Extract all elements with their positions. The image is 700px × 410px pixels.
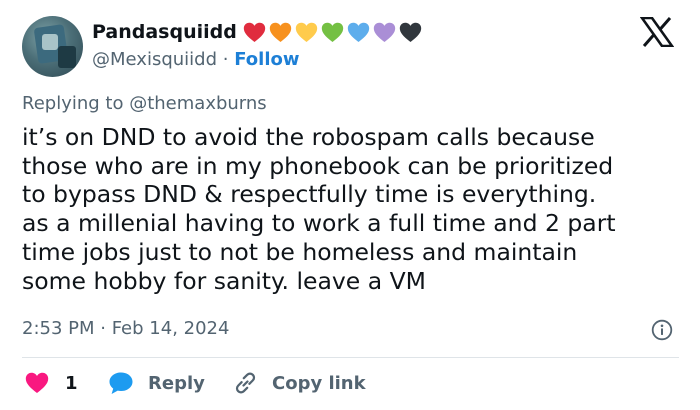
like-button[interactable]: 1 bbox=[25, 369, 78, 397]
separator-dot: · bbox=[222, 49, 229, 70]
like-count: 1 bbox=[65, 372, 78, 394]
handle-row: @Mexisquiidd · Follow bbox=[92, 49, 300, 70]
reply-label: Reply bbox=[148, 372, 205, 394]
info-icon[interactable] bbox=[651, 319, 673, 341]
follow-button[interactable]: Follow bbox=[234, 49, 299, 70]
avatar-shape bbox=[42, 34, 58, 50]
tweet-line: as a millenial having to work a full tim… bbox=[22, 209, 616, 238]
heart-emoji-icon bbox=[269, 22, 292, 43]
divider bbox=[22, 357, 679, 358]
user-handle[interactable]: @Mexisquiidd bbox=[92, 49, 217, 70]
x-logo-icon[interactable] bbox=[640, 17, 674, 47]
heart-emoji-icon bbox=[399, 22, 422, 43]
tweet-line: it’s on DND to avoid the robospam calls … bbox=[22, 123, 595, 151]
heart-emoji-row bbox=[243, 22, 422, 43]
display-name[interactable]: Pandasquiidd bbox=[92, 21, 237, 43]
heart-emoji-icon bbox=[295, 22, 318, 43]
tweet-line: to bypass DND & respectfully time is eve… bbox=[22, 180, 597, 209]
avatar[interactable] bbox=[22, 16, 83, 77]
replying-mention[interactable]: @themaxburns bbox=[129, 93, 266, 114]
copy-link-label: Copy link bbox=[272, 372, 366, 394]
reply-button[interactable]: Reply bbox=[108, 369, 205, 397]
heart-emoji-icon bbox=[321, 22, 344, 43]
copy-link-button[interactable]: Copy link bbox=[232, 369, 366, 397]
heart-icon bbox=[25, 372, 49, 393]
replying-prefix: Replying to bbox=[22, 93, 124, 114]
tweet-line: those who are in my phonebook can be pri… bbox=[22, 151, 614, 180]
link-icon bbox=[235, 372, 256, 394]
tweet-line: some hobby for sanity. leave a VM bbox=[22, 266, 426, 295]
timestamp[interactable]: 2:53 PM · Feb 14, 2024 bbox=[22, 318, 229, 339]
avatar-shape bbox=[58, 46, 76, 68]
tweet-text: it’s on DND to avoid the robospam calls … bbox=[22, 123, 682, 295]
replying-to: Replying to @themaxburns bbox=[22, 93, 267, 114]
heart-emoji-icon bbox=[373, 22, 396, 43]
tweet-line: time jobs just to not be homeless and ma… bbox=[22, 237, 578, 266]
heart-emoji-icon bbox=[243, 22, 266, 43]
speech-bubble-icon bbox=[109, 372, 133, 394]
heart-emoji-icon bbox=[347, 22, 370, 43]
